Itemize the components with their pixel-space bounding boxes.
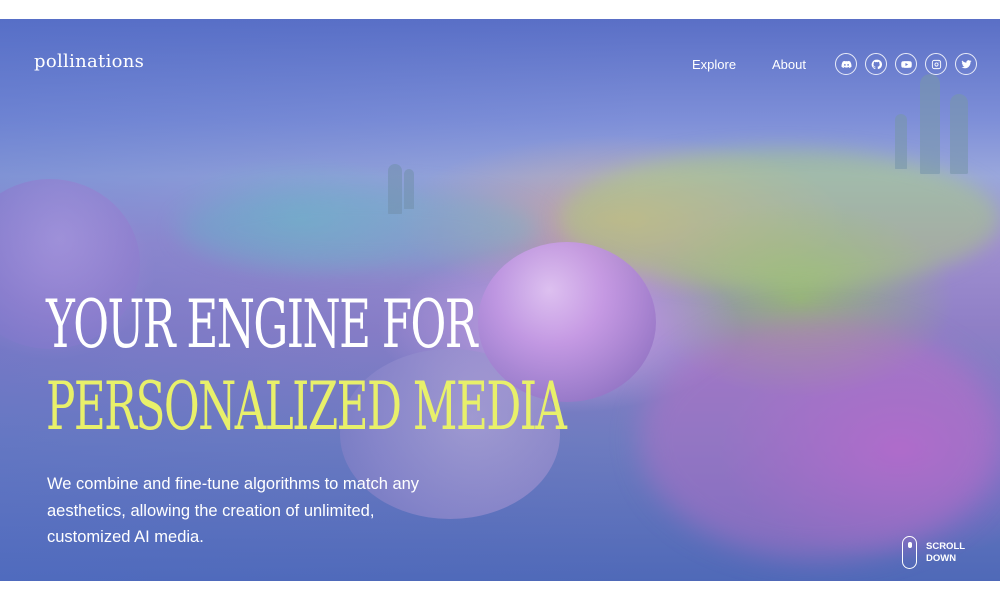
- hero-headline-line1: YOUR ENGINE FOR: [46, 287, 478, 364]
- scroll-label-line1: SCROLL: [926, 540, 966, 552]
- youtube-icon[interactable]: [895, 53, 917, 75]
- scroll-label-line2: DOWN: [926, 552, 957, 564]
- hero-headline-line2: PERSONALIZED MEDIA: [46, 369, 567, 446]
- hero-description: We combine and fine-tune algorithms to m…: [47, 475, 420, 546]
- hero-section: pollinations Explore About YOUR ENGINE F…: [0, 19, 1000, 581]
- twitter-icon[interactable]: [955, 53, 977, 75]
- mouse-icon: [902, 536, 917, 569]
- scroll-down-button[interactable]: SCROLL DOWN: [902, 536, 970, 569]
- landscape-spire: [920, 74, 940, 174]
- landscape-spire: [895, 114, 907, 169]
- nav-about[interactable]: About: [772, 57, 806, 72]
- logo[interactable]: pollinations: [34, 51, 144, 72]
- landscape-bg-violet: [640, 319, 1000, 559]
- discord-icon[interactable]: [835, 53, 857, 75]
- instagram-icon[interactable]: [925, 53, 947, 75]
- nav-explore[interactable]: Explore: [692, 57, 736, 72]
- landscape-spire: [950, 94, 968, 174]
- github-icon[interactable]: [865, 53, 887, 75]
- scroll-down-label: SCROLL DOWN: [926, 541, 970, 565]
